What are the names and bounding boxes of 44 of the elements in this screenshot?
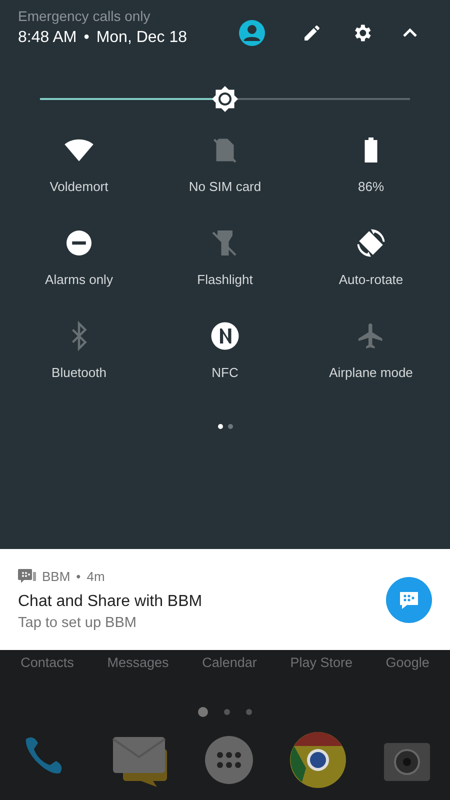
rotate-icon	[356, 228, 386, 258]
quick-settings-tile[interactable]: Flashlight	[152, 228, 298, 287]
chat-app-icon[interactable]	[386, 576, 432, 622]
notification-text: Tap to set up BBM	[18, 614, 138, 630]
tile-label: Bluetooth	[52, 365, 106, 380]
tile-label: 86%	[358, 179, 384, 194]
notification-age: 4m	[86, 569, 105, 584]
user-avatar-icon[interactable]	[238, 18, 266, 46]
app-label[interactable]: Calendar	[202, 655, 257, 670]
dnd-icon	[64, 228, 94, 258]
browser-icon[interactable]	[289, 731, 348, 789]
chat-bubble-icon	[18, 568, 36, 584]
quick-settings-tile[interactable]: No SIM card	[152, 135, 298, 194]
app-label[interactable]: Google	[386, 655, 430, 670]
tile-label: Voldemort	[50, 179, 108, 194]
tile-label: No SIM card	[188, 179, 262, 194]
brightness-thumb-icon[interactable]	[211, 85, 239, 113]
notification-title: Chat and Share with BBM	[18, 592, 202, 610]
brightness-slider[interactable]	[40, 85, 410, 113]
tile-label: NFC	[212, 365, 238, 380]
app-label[interactable]: Contacts	[20, 655, 74, 670]
tile-label: Flashlight	[197, 272, 253, 287]
quick-settings-tile[interactable]: Alarms only	[6, 228, 152, 287]
quick-settings-tile[interactable]: NFC	[152, 321, 298, 380]
tile-label: Alarms only	[45, 272, 113, 287]
quick-settings-tile[interactable]: Airplane mode	[298, 321, 444, 380]
collapse-icon[interactable]	[402, 26, 418, 38]
quick-settings-tile[interactable]: Voldemort	[6, 135, 152, 194]
quick-settings-tile[interactable]: Auto-rotate	[298, 228, 444, 287]
app-drawer-icon[interactable]	[204, 735, 254, 785]
app-label[interactable]: Play Store	[290, 655, 352, 670]
app-name: BBM	[42, 569, 70, 584]
clock-time: 8:48 AM	[18, 29, 77, 47]
tile-label: Auto-rotate	[338, 272, 404, 287]
quick-settings-tile[interactable]: 86%	[298, 135, 444, 194]
carrier-status: Emergency calls only	[18, 8, 152, 24]
date-text: Mon, Dec 18	[96, 29, 188, 47]
separator-dot: •	[84, 29, 90, 47]
separator-dot: •	[76, 569, 81, 584]
app-label[interactable]: Messages	[107, 655, 169, 670]
tile-label: Airplane mode	[329, 365, 413, 380]
nfc-icon	[210, 321, 240, 351]
edit-icon[interactable]	[302, 22, 322, 42]
quick-settings-tile[interactable]: Bluetooth	[6, 321, 152, 380]
